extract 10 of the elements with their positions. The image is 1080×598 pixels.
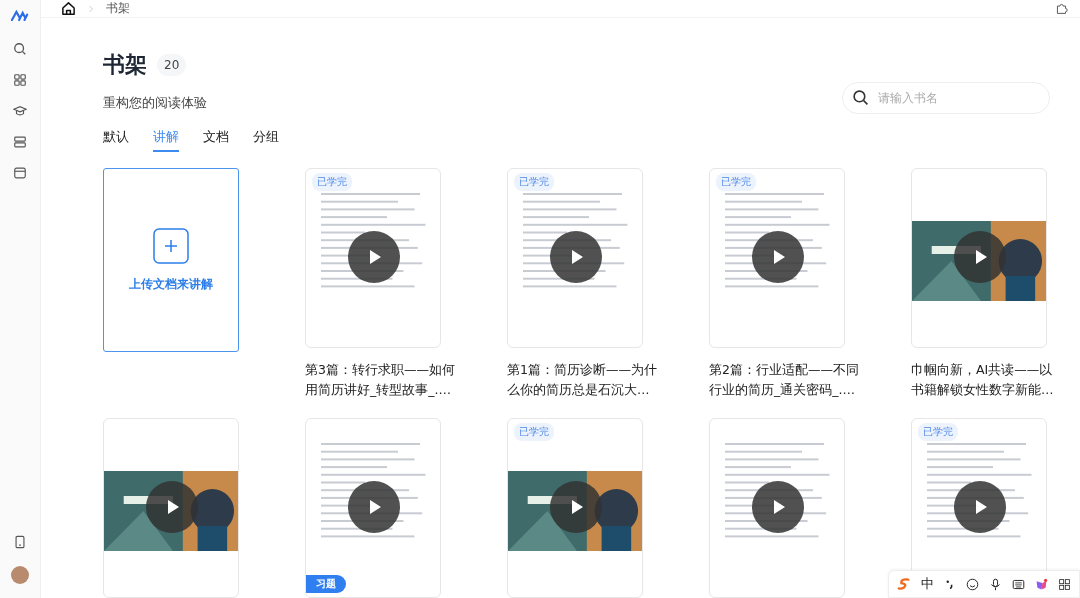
status-badge: 已学完 [514,173,554,191]
count-badge: 20 [157,54,187,76]
status-badge: 已学完 [312,173,352,191]
status-badge: 已学完 [918,423,958,441]
status-badge: 已学完 [514,423,554,441]
status-badge: 习题 [306,575,346,593]
upload-label: 上传文档来讲解 [129,275,213,293]
page-title: 书架 [103,51,147,79]
subtitle: 重构您的阅读体验 [103,94,207,112]
status-badge: 已学完 [716,173,756,191]
